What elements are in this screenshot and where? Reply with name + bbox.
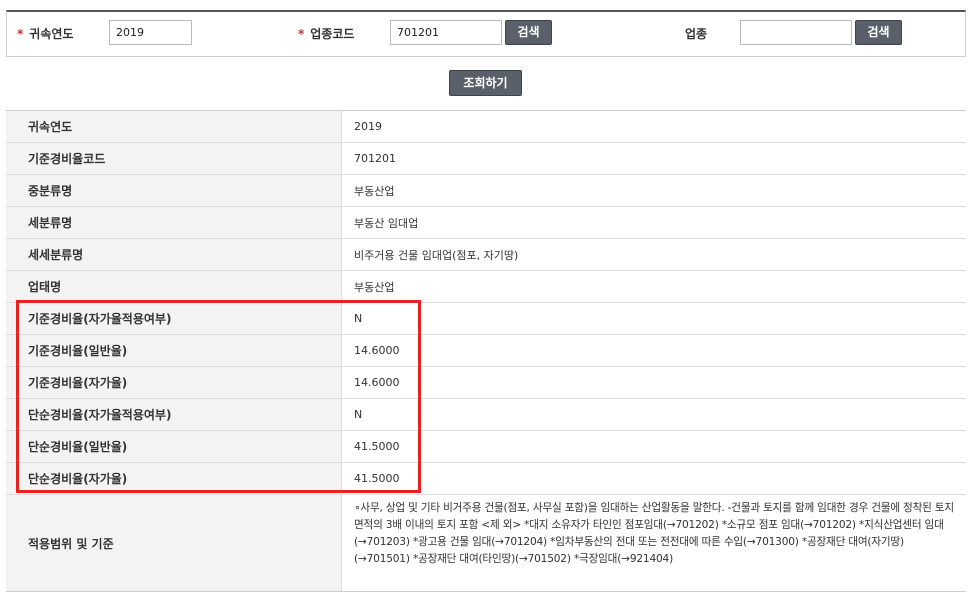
row-value: 2019 (354, 120, 382, 133)
year-label: * 귀속연도 (17, 27, 74, 41)
row-label: 기준경비율(일반율) (6, 335, 342, 366)
table-row: 세분류명 부동산 임대업 (6, 207, 966, 239)
row-value: N (354, 312, 363, 325)
row-label: 귀속연도 (6, 111, 342, 142)
row-label: 단순경비율(일반율) (6, 431, 342, 462)
code-search-button[interactable]: 검색 (505, 20, 552, 45)
row-value: 부동산업 (354, 184, 395, 198)
row-label: 중분류명 (6, 175, 342, 206)
scope-row: 적용범위 및 기준 ∘사무, 상업 및 기타 비거주용 건물(점포, 사무실 포함… (6, 495, 966, 592)
row-label: 기준경비율(자가율) (6, 367, 342, 398)
scope-label: 적용범위 및 기준 (6, 495, 342, 591)
table-row: 단순경비율(일반율) 41.5000 (6, 431, 966, 463)
table-row: 업태명 부동산업 (6, 271, 966, 303)
table-row: 기준경비율(일반율) 14.6000 (6, 335, 966, 367)
row-value: 41.5000 (354, 472, 400, 485)
row-value: N (354, 408, 363, 421)
row-value: 비주거용 건물 임대업(점포, 자기땅) (354, 248, 519, 262)
row-label: 기준경비율(자가율적용여부) (6, 303, 342, 334)
required-mark: * (17, 27, 24, 41)
scope-value: ∘사무, 상업 및 기타 비거주용 건물(점포, 사무실 포함)을 임대하는 산… (354, 502, 954, 565)
table-row: 기준경비율(자가율) 14.6000 (6, 367, 966, 399)
code-label: * 업종코드 (298, 27, 355, 41)
table-row: 귀속연도 2019 (6, 111, 966, 143)
row-label: 세세분류명 (6, 239, 342, 270)
table-row: 세세분류명 비주거용 건물 임대업(점포, 자기땅) (6, 239, 966, 271)
row-label: 세분류명 (6, 207, 342, 238)
table-row: 중분류명 부동산업 (6, 175, 966, 207)
row-label: 단순경비율(자가율적용여부) (6, 399, 342, 430)
row-value: 부동산업 (354, 280, 395, 294)
table-row: 기준경비율(자가율적용여부) N (6, 303, 966, 335)
code-input[interactable] (390, 20, 502, 45)
row-value: 14.6000 (354, 344, 400, 357)
row-label: 기준경비율코드 (6, 143, 342, 174)
year-input[interactable] (109, 20, 192, 45)
query-button[interactable]: 조회하기 (449, 70, 522, 96)
row-label: 단순경비율(자가율) (6, 463, 342, 494)
row-value: 부동산 임대업 (354, 216, 419, 230)
table-row: 단순경비율(자가율) 41.5000 (6, 463, 966, 495)
row-label: 업태명 (6, 271, 342, 302)
industry-input[interactable] (740, 20, 852, 45)
table-row: 단순경비율(자가율적용여부) N (6, 399, 966, 431)
row-value: 701201 (354, 152, 396, 165)
industry-label: 업종 (685, 27, 708, 41)
industry-search-button[interactable]: 검색 (855, 20, 902, 45)
result-table: 귀속연도 2019 기준경비율코드 701201 중분류명 부동산업 세분류명 부동산 … (6, 110, 966, 592)
search-form: *귀속연도 *업종코드 검색 업종 검색 (6, 10, 966, 57)
row-value: 14.6000 (354, 376, 400, 389)
table-row: 기준경비율코드 701201 (6, 143, 966, 175)
required-mark: * (298, 27, 305, 41)
row-value: 41.5000 (354, 440, 400, 453)
